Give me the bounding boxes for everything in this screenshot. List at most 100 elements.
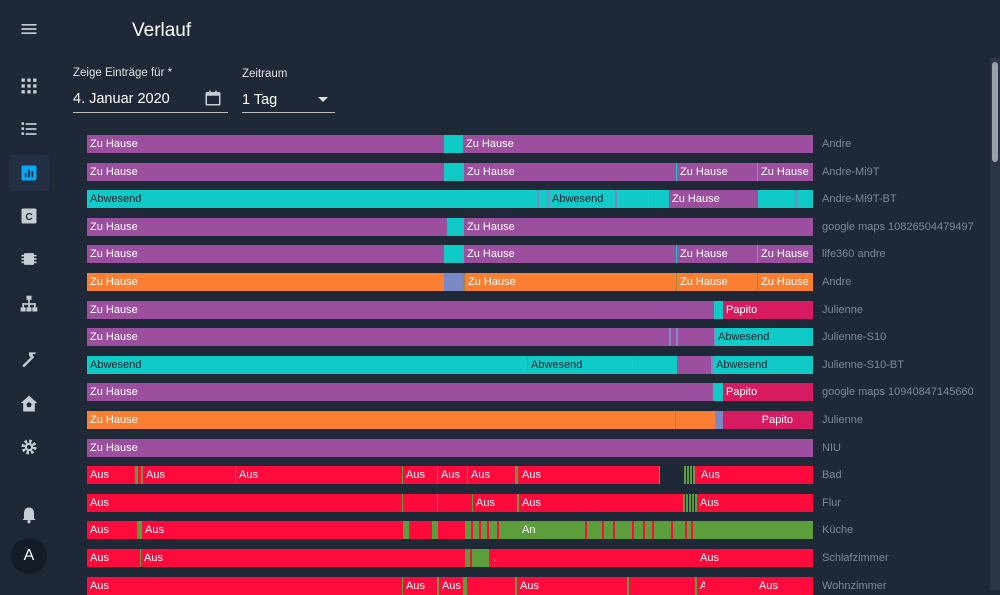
- timeline-segment[interactable]: Aus: [517, 577, 627, 595]
- timeline-segment[interactable]: [539, 190, 548, 208]
- timeline-row[interactable]: Zu Hause Papito: [87, 301, 813, 319]
- timeline-segment[interactable]: [409, 521, 432, 539]
- timeline-segment[interactable]: [438, 494, 472, 512]
- timeline-segment[interactable]: [685, 521, 687, 539]
- timeline-segment[interactable]: Aus: [87, 549, 140, 567]
- timeline-segment[interactable]: Aus: [756, 577, 813, 595]
- timeline-segment[interactable]: Aus: [468, 466, 515, 484]
- timeline-segment[interactable]: Aus: [87, 521, 137, 539]
- timeline-segment[interactable]: [713, 383, 723, 401]
- timeline-segment[interactable]: [714, 301, 723, 319]
- timeline-segment[interactable]: Aus: [519, 494, 683, 512]
- timeline-segment[interactable]: Zu Hause: [758, 273, 813, 291]
- timeline-segment[interactable]: Abwesend: [528, 356, 637, 374]
- timeline-segment[interactable]: Zu Hause: [87, 383, 713, 401]
- timeline-segment[interactable]: [467, 577, 515, 595]
- timeline-segment[interactable]: [686, 494, 688, 512]
- timeline-segment[interactable]: [444, 135, 463, 153]
- timeline-row[interactable]: Aus Aus Aus Aus: [87, 494, 813, 512]
- timeline-segment[interactable]: [465, 521, 519, 539]
- timeline-segment[interactable]: [630, 577, 695, 595]
- timeline-row[interactable]: Zu Hause Zu Hause Zu Hause Zu Hause: [87, 245, 813, 263]
- timeline-segment[interactable]: Zu Hause: [758, 163, 813, 181]
- timeline-segment[interactable]: Abwesend: [549, 190, 615, 208]
- timeline-segment[interactable]: [613, 521, 615, 539]
- timeline-segment[interactable]: An: [519, 521, 813, 539]
- timeline-segment[interactable]: Abwesend: [713, 356, 813, 374]
- timeline-segment[interactable]: Aus: [697, 494, 813, 512]
- timeline-segment[interactable]: [678, 328, 714, 346]
- timeline-segment[interactable]: Zu Hause: [87, 245, 444, 263]
- timeline-segment[interactable]: Zu Hause: [87, 218, 447, 236]
- timeline-segment[interactable]: Zu Hause: [677, 163, 757, 181]
- timeline-segment[interactable]: [479, 521, 481, 539]
- timeline-segment[interactable]: Zu Hause: [87, 439, 813, 457]
- timeline-segment[interactable]: [715, 411, 723, 429]
- timeline-segment[interactable]: [617, 190, 653, 208]
- timeline-segment[interactable]: [438, 521, 465, 539]
- timeline-segment[interactable]: Zu Hause: [758, 245, 813, 263]
- timeline-segment[interactable]: [447, 218, 464, 236]
- timeline-segment[interactable]: Zu Hause: [677, 273, 757, 291]
- timeline-segment[interactable]: [758, 190, 795, 208]
- timeline-segment[interactable]: Zu Hause: [464, 163, 676, 181]
- timeline-segment[interactable]: [671, 521, 673, 539]
- timeline-segment[interactable]: Papito: [723, 383, 813, 401]
- timeline-segment[interactable]: Aus: [143, 466, 235, 484]
- timeline-segment[interactable]: [676, 411, 715, 429]
- timeline-segment[interactable]: [403, 494, 437, 512]
- timeline-segment[interactable]: Aus: [697, 549, 813, 567]
- timeline-segment[interactable]: [602, 521, 604, 539]
- timeline-segment[interactable]: Zu Hause: [464, 218, 813, 236]
- timeline-segment[interactable]: Aus: [236, 466, 402, 484]
- timeline-segment[interactable]: [689, 494, 691, 512]
- timeline-segment[interactable]: Aus: [697, 577, 705, 595]
- timeline-segment[interactable]: [677, 356, 711, 374]
- timeline-row[interactable]: Zu Hause: [87, 439, 813, 457]
- timeline-segment[interactable]: [705, 577, 756, 595]
- timeline-segment[interactable]: Aus: [141, 549, 465, 567]
- timeline-segment[interactable]: [659, 466, 660, 484]
- timeline-segment[interactable]: [444, 273, 463, 291]
- scrollbar-thumb[interactable]: [992, 62, 998, 162]
- timeline-segment[interactable]: Zu Hause: [464, 245, 676, 263]
- timeline-segment[interactable]: [684, 466, 686, 484]
- timeline-row[interactable]: Abwesend Abwesend Abwesend: [87, 356, 813, 374]
- timeline-segment[interactable]: [495, 549, 697, 567]
- timeline-row[interactable]: Zu Hause Papito: [87, 383, 813, 401]
- timeline-row[interactable]: Aus Aus An: [87, 521, 813, 539]
- timeline-segment[interactable]: Zu Hause: [463, 135, 813, 153]
- timeline-segment[interactable]: [444, 163, 464, 181]
- timeline-segment[interactable]: [632, 521, 634, 539]
- timeline-segment[interactable]: Papito: [723, 411, 813, 429]
- timeline-segment[interactable]: Aus: [87, 577, 402, 595]
- timeline-segment[interactable]: Zu Hause: [669, 190, 758, 208]
- timeline-segment[interactable]: Aus: [87, 494, 402, 512]
- timeline-segment[interactable]: [687, 466, 689, 484]
- timeline-segment[interactable]: Papito: [723, 301, 813, 319]
- timeline-segment[interactable]: Zu Hause: [87, 411, 675, 429]
- timeline-segment[interactable]: [691, 521, 693, 539]
- timeline-segment[interactable]: Aus: [403, 466, 437, 484]
- timeline-segment[interactable]: Aus: [439, 577, 463, 595]
- timeline-segment[interactable]: [444, 245, 464, 263]
- timeline-row[interactable]: Zu Hause Zu Hause Zu Hause Zu Hause: [87, 163, 813, 181]
- timeline-row[interactable]: AusAusAusAusAusAusAus: [87, 577, 813, 595]
- timeline-row[interactable]: Zu Hause Zu Hause: [87, 135, 813, 153]
- timeline-segment[interactable]: Aus: [519, 466, 659, 484]
- timeline-segment[interactable]: Zu Hause: [465, 273, 676, 291]
- timeline-segment[interactable]: Aus: [438, 466, 467, 484]
- timeline-row[interactable]: Zu Hause Abwesend: [87, 328, 813, 346]
- timeline-segment[interactable]: Zu Hause: [677, 245, 757, 263]
- timeline-segment[interactable]: [690, 466, 692, 484]
- timeline-segment[interactable]: Zu Hause: [87, 163, 444, 181]
- timeline-segment[interactable]: [683, 494, 685, 512]
- timeline-segment[interactable]: Zu Hause: [87, 273, 444, 291]
- timeline-segment[interactable]: [497, 521, 499, 539]
- timeline-segment[interactable]: [471, 521, 473, 539]
- timeline-segment[interactable]: [798, 190, 813, 208]
- timeline-segment[interactable]: Aus: [87, 466, 135, 484]
- timeline-segment[interactable]: Aus: [473, 494, 517, 512]
- timeline-segment[interactable]: Zu Hause: [87, 328, 669, 346]
- timeline-segment[interactable]: Abwesend: [87, 190, 537, 208]
